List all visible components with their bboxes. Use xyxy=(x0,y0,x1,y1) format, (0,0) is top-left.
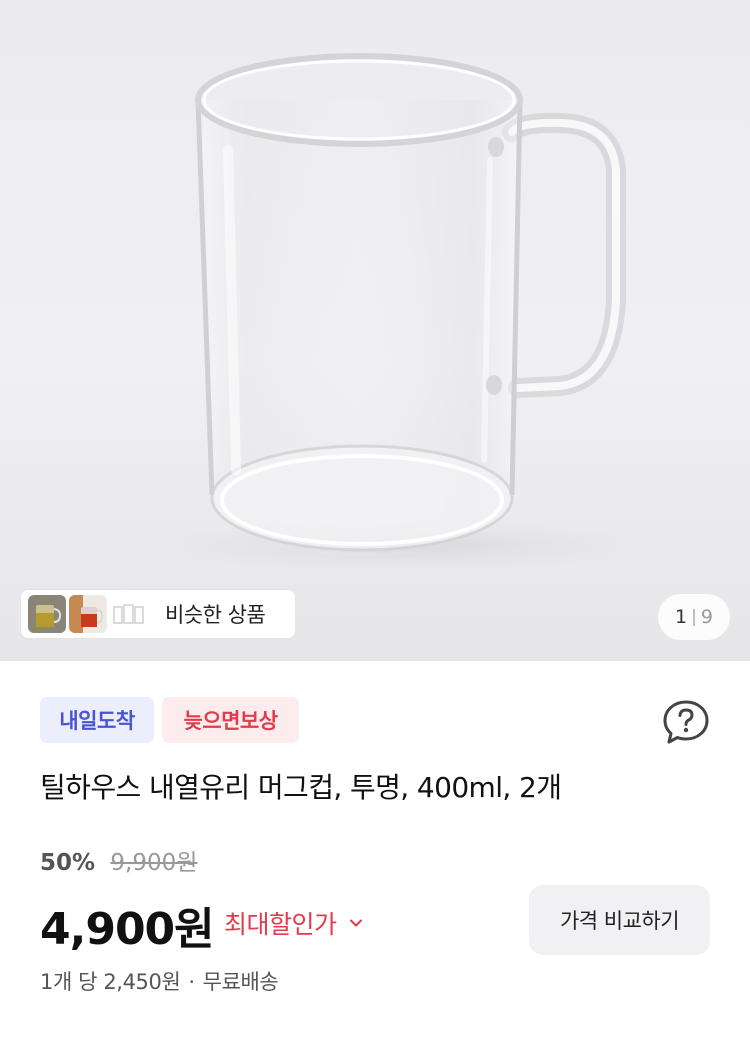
meta-separator: · xyxy=(188,970,195,994)
pager-current: 1 xyxy=(675,606,688,628)
pager-total: 9 xyxy=(700,606,713,628)
discount-row: 50% 9,900원 xyxy=(40,843,197,877)
sale-price: 4,900원 xyxy=(40,904,215,955)
max-discount-toggle[interactable]: 최대할인가 xyxy=(224,905,363,941)
similar-thumbnail-3 xyxy=(110,595,148,633)
chevron-down-icon xyxy=(349,919,362,927)
max-discount-label: 최대할인가 xyxy=(224,910,337,939)
shipping-info: 무료배송 xyxy=(202,970,279,994)
similar-thumbnail-2 xyxy=(69,595,107,633)
help-icon[interactable] xyxy=(661,699,711,745)
similar-products-button[interactable]: 비슷한 상품 xyxy=(20,589,296,639)
similar-thumbnail-1 xyxy=(28,595,66,633)
price-meta: 1개 당 2,450원 · 무료배송 xyxy=(40,966,279,996)
pager-separator: | xyxy=(691,607,697,627)
price-compare-button[interactable]: 가격 비교하기 xyxy=(529,885,710,955)
similar-products-label: 비슷한 상품 xyxy=(165,603,266,627)
image-pager: 1 | 9 xyxy=(658,594,730,640)
original-price: 9,900원 xyxy=(110,850,198,876)
delivery-badge: 내일도착 xyxy=(40,697,154,743)
product-image xyxy=(120,53,680,575)
late-compensation-badge: 늦으면보상 xyxy=(162,697,299,743)
product-title: 틸하우스 내열유리 머그컵, 투명, 400ml, 2개 xyxy=(40,771,562,804)
discount-rate: 50% xyxy=(40,850,96,876)
product-image-gallery[interactable]: 비슷한 상품 1 | 9 xyxy=(0,0,750,661)
unit-price: 1개 당 2,450원 xyxy=(40,970,181,994)
